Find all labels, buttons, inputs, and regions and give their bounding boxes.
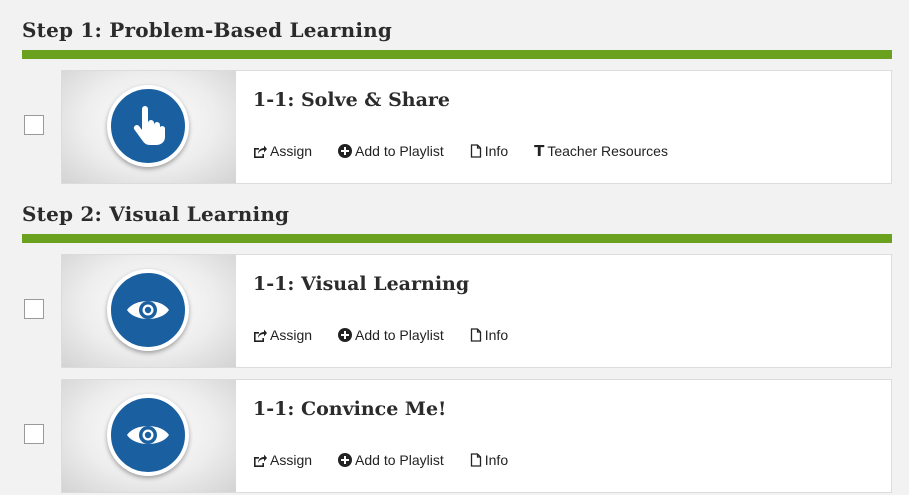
assign-label: Assign: [270, 143, 313, 159]
eye-icon: [107, 269, 189, 351]
step-2-header: Step 2: Visual Learning: [22, 202, 892, 243]
add-to-playlist-button[interactable]: Add to Playlist: [338, 452, 444, 468]
add-to-playlist-label: Add to Playlist: [355, 143, 444, 159]
add-to-playlist-label: Add to Playlist: [355, 452, 444, 468]
list-item-convince-me: 1-1: Convince Me! Assign Add to Playlist…: [22, 379, 892, 493]
eye-icon: [107, 394, 189, 476]
add-to-playlist-button[interactable]: Add to Playlist: [338, 143, 444, 159]
assign-label: Assign: [270, 327, 313, 343]
item-thumbnail[interactable]: [62, 255, 236, 367]
step-divider-bar: [22, 50, 892, 59]
item-checkbox[interactable]: [24, 299, 44, 319]
assign-icon: [254, 329, 267, 342]
info-button[interactable]: Info: [470, 452, 508, 468]
teacher-resources-label: Teacher Resources: [547, 143, 668, 159]
step-title: Step 1: Problem-Based Learning: [22, 18, 393, 42]
list-item-solve-and-share: 1-1: Solve & Share Assign Add to Playlis…: [22, 70, 892, 184]
info-label: Info: [484, 452, 509, 468]
step-divider-bar: [22, 234, 892, 243]
item-card: 1-1: Solve & Share Assign Add to Playlis…: [61, 70, 892, 184]
list-item-visual-learning: 1-1: Visual Learning Assign Add to Playl…: [22, 254, 892, 368]
item-card: 1-1: Visual Learning Assign Add to Playl…: [61, 254, 892, 368]
info-button[interactable]: Info: [470, 327, 508, 343]
step-1-header: Step 1: Problem-Based Learning: [22, 18, 892, 59]
item-actions: Assign Add to Playlist Info T Teacher Re…: [253, 143, 668, 159]
item-card: 1-1: Convince Me! Assign Add to Playlist…: [61, 379, 892, 493]
item-title[interactable]: 1-1: Solve & Share: [253, 89, 450, 111]
item-actions: Assign Add to Playlist Info: [253, 452, 508, 468]
assign-icon: [254, 454, 267, 467]
info-label: Info: [484, 327, 509, 343]
item-actions: Assign Add to Playlist Info: [253, 327, 508, 343]
assign-button[interactable]: Assign: [253, 143, 312, 159]
item-title[interactable]: 1-1: Convince Me!: [253, 398, 446, 420]
plus-circle-icon: [338, 328, 353, 342]
info-label: Info: [484, 143, 509, 159]
plus-circle-icon: [338, 453, 353, 467]
plus-circle-icon: [338, 144, 353, 158]
item-checkbox[interactable]: [24, 115, 44, 135]
step-title: Step 2: Visual Learning: [22, 202, 290, 226]
assign-button[interactable]: Assign: [253, 327, 312, 343]
document-icon: [470, 453, 481, 467]
document-icon: [470, 328, 481, 342]
item-thumbnail[interactable]: [62, 380, 236, 492]
teacher-resources-button[interactable]: T Teacher Resources: [534, 143, 668, 159]
assign-button[interactable]: Assign: [253, 452, 312, 468]
document-icon: [470, 144, 481, 158]
assign-label: Assign: [270, 452, 313, 468]
add-to-playlist-label: Add to Playlist: [355, 327, 444, 343]
item-checkbox[interactable]: [24, 424, 44, 444]
text-t-icon: T: [534, 141, 545, 160]
hand-pointer-icon: [107, 85, 189, 167]
assign-icon: [254, 145, 267, 158]
item-title[interactable]: 1-1: Visual Learning: [253, 273, 469, 295]
item-thumbnail[interactable]: [62, 71, 236, 183]
info-button[interactable]: Info: [470, 143, 508, 159]
add-to-playlist-button[interactable]: Add to Playlist: [338, 327, 444, 343]
